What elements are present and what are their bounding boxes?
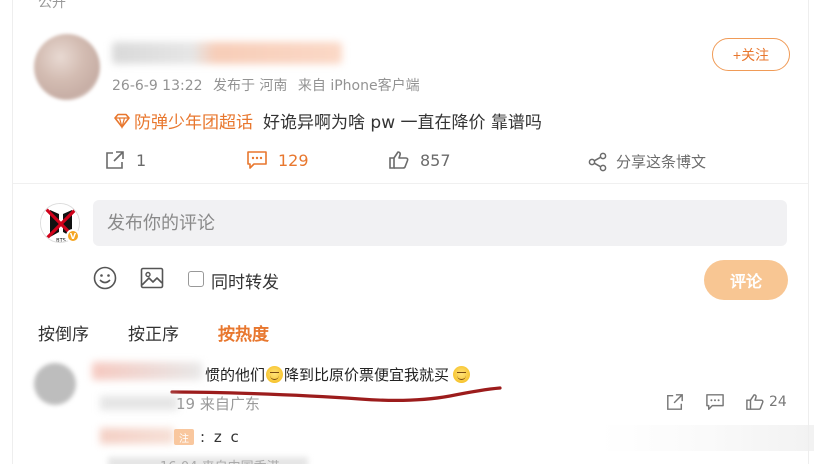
comment-action[interactable]: 129	[246, 150, 309, 170]
repost-checkbox-label[interactable]: 同时转发	[211, 268, 279, 293]
author-tag: 注	[174, 429, 194, 445]
share-action[interactable]: 分享这条博文	[588, 151, 706, 172]
reply-meta: 16:04 来自中国香港	[160, 456, 280, 464]
sort-tab-desc[interactable]: 按倒序	[38, 320, 89, 345]
vip-badge-icon: V	[66, 229, 80, 243]
share-icon	[588, 152, 607, 171]
comment-icon	[247, 151, 267, 169]
visibility-label: 公开	[38, 0, 66, 11]
post-meta: 26-6-9 13:22 发布于 河南 来自 iPhone客户端	[112, 75, 420, 95]
post-location: 发布于 河南	[212, 78, 288, 94]
commenter-avatar[interactable]	[34, 363, 76, 405]
divider	[12, 183, 808, 184]
post-text: 好诡异啊为啥 pw 一直在降价 靠谱吗	[263, 113, 542, 133]
comment-count: 129	[278, 150, 309, 170]
author-name-redacted[interactable]	[112, 42, 342, 64]
reply-text: : z c	[200, 428, 241, 446]
thumbs-up-icon	[389, 151, 409, 169]
follow-label: +关注	[732, 46, 770, 63]
repost-count: 1	[136, 150, 147, 170]
image-icon	[140, 267, 164, 289]
author-avatar[interactable]	[34, 34, 100, 100]
follow-button[interactable]: +关注	[712, 38, 790, 71]
submit-label: 评论	[729, 274, 762, 291]
emoji-icon	[93, 266, 117, 290]
comment-meta-redacted	[100, 396, 178, 410]
post-source: 来自 iPhone客户端	[297, 78, 420, 94]
topic-label: 防弹少年团超话	[134, 113, 253, 133]
comment-meta: 19 来自广东	[176, 395, 260, 413]
emoji-button[interactable]	[93, 266, 117, 290]
comment-repost-button[interactable]	[665, 393, 685, 411]
fade-overlay	[600, 425, 814, 451]
topic-link[interactable]: 防弹少年团超话	[112, 108, 253, 133]
comment-icon	[706, 394, 724, 410]
supertopic-icon	[114, 113, 130, 129]
svg-text:BTS: BTS	[56, 238, 66, 243]
like-count: 857	[420, 150, 451, 170]
image-button[interactable]	[140, 266, 164, 290]
repost-action[interactable]: 1	[104, 150, 146, 170]
post-time[interactable]: 26-6-9 13:22	[112, 78, 203, 94]
submit-comment-button[interactable]: 评论	[704, 260, 788, 300]
comment-like-count: 24	[769, 394, 787, 410]
repost-icon	[667, 394, 683, 410]
sort-tab-hot[interactable]: 按热度	[218, 320, 269, 345]
comment-reply-button[interactable]	[705, 393, 725, 411]
repost-icon	[106, 151, 124, 169]
repost-checkbox[interactable]	[188, 271, 204, 287]
like-action[interactable]: 857	[388, 150, 451, 170]
comment-like-button[interactable]: 24	[745, 393, 787, 411]
panel-right-border	[808, 0, 809, 464]
reply-author-redacted[interactable]	[100, 428, 174, 444]
thumbs-up-icon	[746, 394, 764, 410]
share-label: 分享这条博文	[616, 153, 707, 171]
sort-tab-asc[interactable]: 按正序	[128, 320, 179, 345]
panel-left-border	[12, 0, 13, 464]
post-content: 防弹少年团超话 好诡异啊为啥 pw 一直在降价 靠谱吗	[112, 108, 542, 133]
comment-input[interactable]	[93, 200, 787, 246]
